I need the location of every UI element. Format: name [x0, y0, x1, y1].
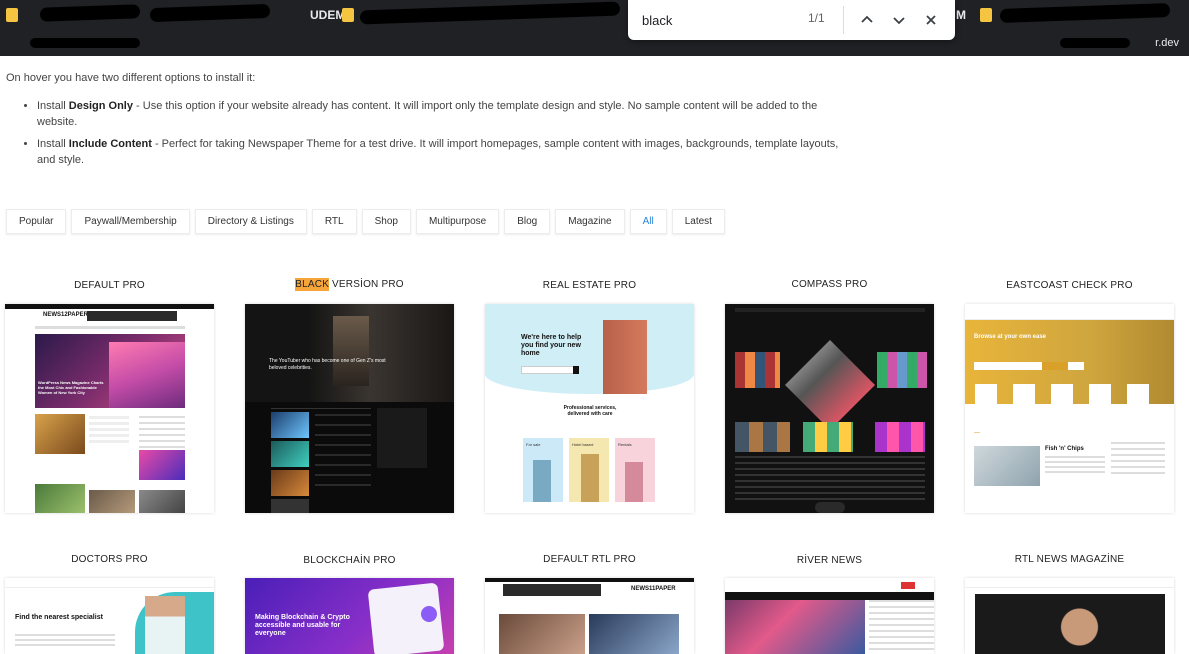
demo-filter-bar: Popular Paywall/Membership Directory & L… — [6, 209, 725, 234]
redacted-bookmark — [39, 4, 141, 22]
filter-multipurpose[interactable]: Multipurpose — [415, 209, 500, 234]
demo-thumb-eastcoast-check-pro[interactable]: Browse at your own ease — Fish 'n' Chips — [965, 304, 1174, 513]
filter-paywall[interactable]: Paywall/Membership — [71, 209, 190, 234]
demo-thumb-black-version-pro[interactable]: The YouTuber who has become one of Gen Z… — [245, 304, 454, 513]
filter-rtl[interactable]: RTL — [311, 209, 357, 234]
find-match-count: 1/1 — [808, 11, 825, 25]
option-name: Design Only — [68, 100, 133, 112]
option-description: - Perfect for taking Newspaper Theme for… — [37, 138, 839, 166]
redacted-bookmark — [359, 1, 621, 25]
filter-all[interactable]: All — [629, 209, 667, 234]
demo-title-real-estate-pro[interactable]: REAL ESTATE PRO — [485, 280, 694, 291]
demo-title-river-news[interactable]: RİVER NEWS — [725, 555, 934, 566]
chevron-up-icon — [861, 15, 873, 23]
demo-thumb-real-estate-pro[interactable]: We're here to help you find your new hom… — [485, 304, 694, 513]
demo-title-compass-pro[interactable]: COMPASS PRO — [725, 279, 934, 290]
black-headline: The YouTuber who has become one of Gen Z… — [269, 358, 386, 371]
redacted-bookmark — [149, 3, 271, 23]
profile-text: r.dev — [1155, 37, 1179, 49]
eastcoast-headline: Browse at your own ease — [974, 334, 1047, 340]
filter-popular[interactable]: Popular — [6, 209, 67, 234]
install-options-list: Install Design Only - Use this option if… — [20, 98, 850, 174]
browser-info-bar: r.dev — [0, 32, 1189, 56]
bookmarks-bar: UDEMY M — [0, 0, 1189, 32]
demo-title-default-pro[interactable]: DEFAULT PRO — [5, 280, 214, 291]
find-divider — [843, 6, 844, 34]
demo-title-black-version-pro[interactable]: BLACK VERSİON PRO — [245, 278, 454, 291]
realestate-subheadline: Professional services, delivered with ca… — [563, 405, 617, 417]
demo-title-rest: VERSİON PRO — [329, 279, 404, 290]
bookmark-folder-icon[interactable] — [342, 8, 354, 22]
redacted-text — [30, 38, 140, 48]
rtl-logo: NEWS11PAPER — [631, 586, 676, 592]
option-prefix: Install — [37, 138, 69, 150]
bookmark-folder-icon[interactable] — [980, 8, 992, 22]
option-name: Include Content — [68, 138, 152, 150]
bookmark-m[interactable]: M — [956, 8, 966, 22]
demo-title-doctors-pro[interactable]: DOCTORS PRO — [5, 554, 214, 565]
bookmark-folder-icon[interactable] — [6, 8, 18, 22]
find-bar: 1/1 — [628, 0, 955, 40]
demo-title-blockchain-pro[interactable]: BLOCKCHAİN PRO — [245, 555, 454, 566]
find-input[interactable] — [642, 10, 802, 30]
demo-title-rtl-news-magazine[interactable]: RTL NEWS MAGAZİNE — [965, 554, 1174, 565]
default-headline: WordPress News Magazine Charts the Most … — [38, 380, 104, 395]
tag-for-sale: For sale — [526, 442, 541, 447]
chevron-down-icon — [893, 17, 905, 25]
blockchain-headline: Making Blockchain & Crypto accessible an… — [255, 614, 350, 637]
demo-title-default-rtl-pro[interactable]: DEFAULT RTL PRO — [485, 554, 694, 565]
demo-thumb-default-pro[interactable]: NEWS12PAPER WordPress News Magazine Char… — [5, 304, 214, 513]
demo-title-eastcoast-check-pro[interactable]: EASTCOAST CHECK PRO — [965, 280, 1174, 291]
tag-hotel-based: Hotel based — [572, 442, 594, 447]
install-intro: On hover you have two different options … — [6, 72, 256, 84]
filter-magazine[interactable]: Magazine — [555, 209, 625, 234]
find-highlight: BLACK — [295, 278, 330, 291]
demo-thumb-compass-pro[interactable] — [725, 304, 934, 513]
tag-rentals: Rentals — [618, 442, 632, 447]
doctors-headline: Find the nearest specialist — [15, 614, 103, 621]
filter-shop[interactable]: Shop — [361, 209, 411, 234]
find-next-button[interactable] — [887, 8, 911, 32]
option-include-content: Install Include Content - Perfect for ta… — [37, 136, 850, 168]
redacted-text — [1060, 38, 1130, 48]
filter-latest[interactable]: Latest — [671, 209, 725, 234]
demo-thumb-default-rtl-pro[interactable]: NEWS11PAPER — [485, 578, 694, 654]
default-logo: NEWS12PAPER — [43, 312, 88, 318]
find-previous-button[interactable] — [855, 8, 879, 32]
redacted-bookmark — [999, 3, 1171, 23]
demo-thumb-doctors-pro[interactable]: Find the nearest specialist — [5, 578, 214, 654]
demo-thumb-blockchain-pro[interactable]: Making Blockchain & Crypto accessible an… — [245, 578, 454, 654]
demo-thumb-river-news[interactable] — [725, 578, 934, 654]
find-close-button[interactable] — [919, 8, 943, 32]
demo-thumb-rtl-news-magazine[interactable] — [965, 578, 1174, 654]
filter-directory[interactable]: Directory & Listings — [194, 209, 307, 234]
option-prefix: Install — [37, 100, 69, 112]
option-description: - Use this option if your website alread… — [37, 100, 818, 128]
realestate-headline: We're here to help you find your new hom… — [521, 334, 582, 357]
option-design-only: Install Design Only - Use this option if… — [37, 98, 850, 130]
eastcoast-item: Fish 'n' Chips — [1045, 446, 1084, 452]
filter-blog[interactable]: Blog — [504, 209, 551, 234]
close-icon — [926, 15, 936, 25]
